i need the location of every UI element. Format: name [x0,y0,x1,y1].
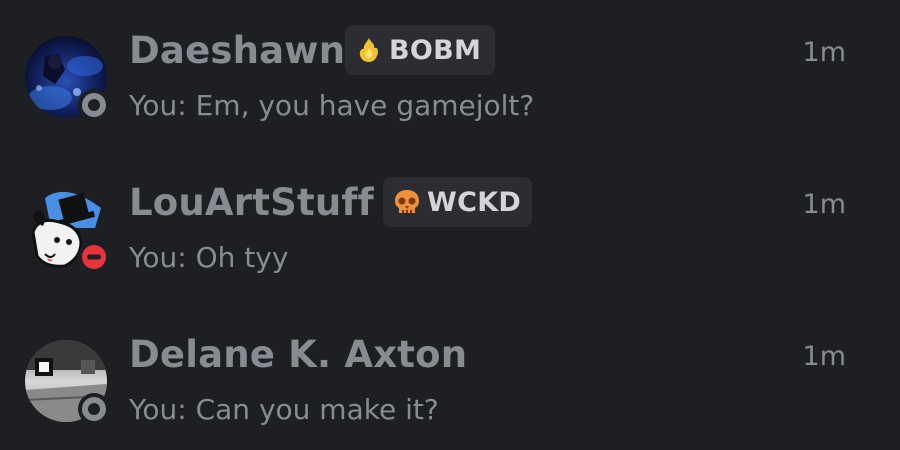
dm-row-louartstuff[interactable]: LouArtStuff WCKD You: Oh tyy 1m [0,157,900,297]
guild-tag-label: BOBM [389,34,482,66]
guild-tag[interactable]: BOBM [345,25,495,75]
timestamp: 1m [802,341,846,372]
contact-name: LouArtStuff [129,181,374,224]
message-preview: You: Em, you have gamejolt? [129,89,535,122]
message-preview: You: Oh tyy [129,241,289,274]
message-preview: You: Can you make it? [129,393,439,426]
timestamp: 1m [802,37,846,68]
skull-icon [391,186,423,218]
dm-row-delane-k-axton[interactable]: Delane K. Axton You: Can you make it? 1m [0,309,900,449]
direct-message-list: Daeshawn BOBM You: Em, you have gamejolt… [0,0,900,450]
status-offline-icon [78,89,110,121]
avatar-container [25,188,110,273]
contact-name: Daeshawn [129,29,346,72]
flame-icon [353,34,385,66]
dm-row-daeshawn[interactable]: Daeshawn BOBM You: Em, you have gamejolt… [0,5,900,145]
guild-tag-label: WCKD [427,186,522,218]
guild-tag[interactable]: WCKD [383,177,532,227]
timestamp: 1m [802,189,846,220]
status-dnd-icon [78,241,110,273]
contact-name: Delane K. Axton [129,333,468,376]
status-offline-icon [78,393,110,425]
avatar-container [25,36,110,121]
avatar-container [25,340,110,425]
